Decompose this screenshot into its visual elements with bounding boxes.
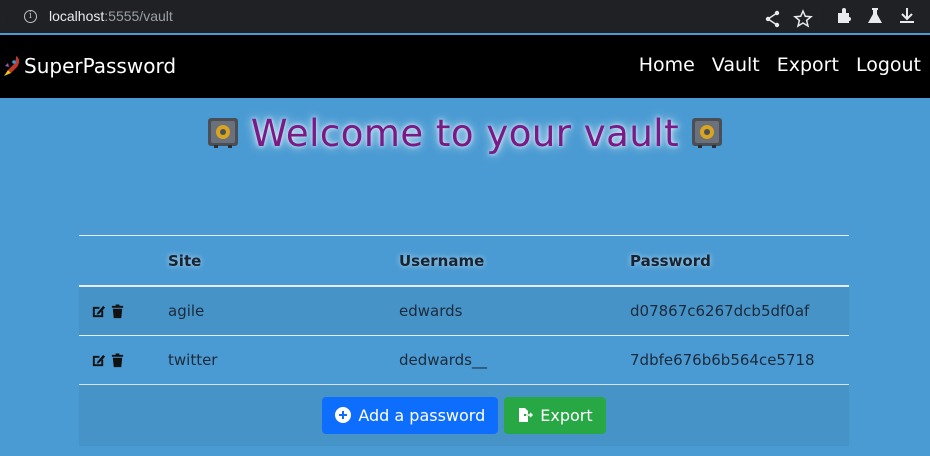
site-info-icon[interactable]: i [24,10,37,23]
browser-toolbar: i localhost:5555/vault [0,0,930,33]
trash-icon[interactable] [110,352,125,368]
password-cell: d07867c6267dcb5df0af [630,286,849,336]
plus-circle-icon [335,407,352,423]
site-header: Site [168,235,399,287]
row-actions [79,335,168,385]
edit-icon[interactable] [91,353,106,368]
url-path: :5555/vault [104,8,173,24]
row-actions [79,286,168,336]
site-cell: agile [168,286,399,336]
site-navbar: SuperPassword Home Vault Export Logout [0,35,930,98]
username-header: Username [399,235,630,287]
username-cell: dedwards__ [399,335,630,385]
vault-table: Site Username Password agile edwards d07… [79,235,849,385]
share-icon[interactable] [763,9,783,29]
url-host: localhost [49,8,105,24]
brand-name: SuperPassword [24,54,177,78]
add-password-button[interactable]: Add a password [322,396,499,434]
table-footer-actions: Add a password Export [79,384,849,446]
heading-text: Welcome to your vault [250,112,680,155]
rocket-icon [4,56,20,76]
export-label: Export [540,405,593,425]
file-export-icon [519,408,534,422]
trash-icon[interactable] [110,303,125,319]
url-text[interactable]: localhost:5555/vault [49,8,173,24]
labs-flask-icon[interactable] [865,6,885,26]
table-row: twitter dedwards__ 7dbfe676b6b564ce5718 [79,335,849,385]
page-title: Welcome to your vault [0,112,930,155]
username-cell: edwards [399,286,630,336]
add-password-label: Add a password [358,405,486,425]
bookmark-star-icon[interactable] [793,9,813,29]
password-header: Password [630,235,849,287]
nav-home[interactable]: Home [639,54,695,76]
site-cell: twitter [168,335,399,385]
edit-icon[interactable] [91,304,106,319]
actions-header [79,235,168,287]
extensions-icon[interactable] [834,6,854,26]
nav-links: Home Vault Export Logout [639,54,921,76]
nav-logout[interactable]: Logout [856,54,921,76]
nav-vault[interactable]: Vault [712,54,760,76]
address-bar[interactable]: i localhost:5555/vault [6,3,824,29]
safe-icon [692,118,723,148]
export-button[interactable]: Export [504,396,606,434]
brand-link[interactable]: SuperPassword [2,51,176,81]
password-cell: 7dbfe676b6b564ce5718 [630,335,849,385]
table-row: agile edwards d07867c6267dcb5df0af [79,286,849,336]
table-header-row: Site Username Password [79,235,849,287]
safe-icon [207,118,238,148]
nav-export[interactable]: Export [777,54,839,76]
download-icon[interactable] [897,6,917,26]
